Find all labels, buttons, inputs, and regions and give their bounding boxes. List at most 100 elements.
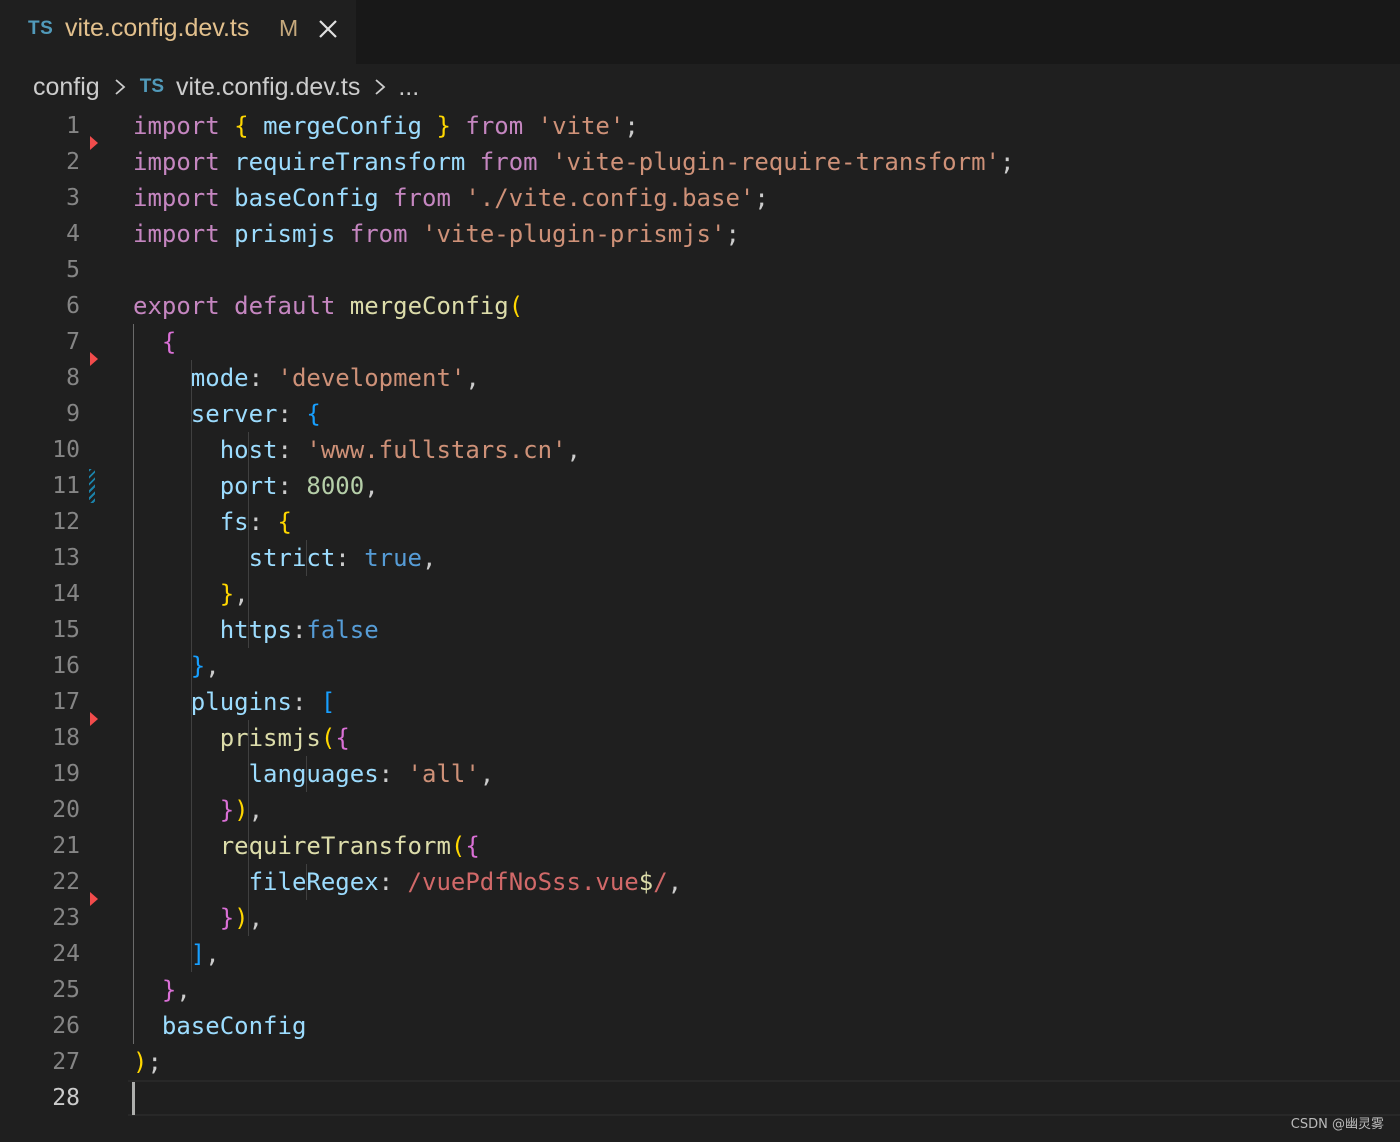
line-number[interactable]: 6 xyxy=(20,288,80,324)
code-token: requireTransform xyxy=(234,148,466,176)
code-line[interactable]: 26 baseConfig xyxy=(0,1008,1400,1044)
breadcrumb-folder[interactable]: config xyxy=(33,73,100,102)
code-text: fileRegex: /vuePdfNoSss.vue$/, xyxy=(133,864,683,900)
code-token: ; xyxy=(999,148,1015,176)
code-line[interactable]: 8 mode: 'development', xyxy=(0,360,1400,396)
line-number[interactable]: 22 xyxy=(20,864,80,900)
code-line[interactable]: 5 xyxy=(0,252,1400,288)
close-icon[interactable] xyxy=(315,16,341,42)
line-number[interactable]: 5 xyxy=(20,252,80,288)
code-text: https:false xyxy=(133,612,379,648)
code-text: languages: 'all', xyxy=(133,756,495,792)
code-token: ( xyxy=(450,832,466,860)
line-number[interactable]: 12 xyxy=(20,504,80,540)
code-token: from xyxy=(349,220,408,248)
code-line[interactable]: 11 port: 8000, xyxy=(0,468,1400,504)
code-line[interactable]: 19 languages: 'all', xyxy=(0,756,1400,792)
line-number[interactable]: 21 xyxy=(20,828,80,864)
code-token: : xyxy=(277,472,307,500)
line-number[interactable]: 7 xyxy=(20,324,80,360)
code-text: port: 8000, xyxy=(133,468,379,504)
code-line[interactable]: 18 prismjs({ xyxy=(0,720,1400,756)
code-line[interactable]: 1 import { mergeConfig } from 'vite'; xyxy=(0,108,1400,144)
code-token: / xyxy=(653,868,668,896)
deleted-lines-marker[interactable] xyxy=(90,136,98,150)
line-number[interactable]: 9 xyxy=(20,396,80,432)
code-token: strict xyxy=(248,544,336,572)
code-line[interactable]: 2 import requireTransform from 'vite-plug… xyxy=(0,144,1400,180)
line-number[interactable]: 8 xyxy=(20,360,80,396)
code-line[interactable]: 21 requireTransform({ xyxy=(0,828,1400,864)
code-token: baseConfig xyxy=(234,184,379,212)
code-token: { xyxy=(306,400,321,428)
code-line[interactable]: 23 }), xyxy=(0,900,1400,936)
code-line[interactable]: 14 }, xyxy=(0,576,1400,612)
code-text: fs: { xyxy=(133,504,292,540)
breadcrumb-symbols[interactable]: ... xyxy=(398,73,419,102)
code-token: prismjs xyxy=(234,220,336,248)
line-number[interactable]: 27 xyxy=(20,1044,80,1080)
code-line[interactable]: 16 }, xyxy=(0,648,1400,684)
line-number[interactable]: 1 xyxy=(20,108,80,144)
deleted-lines-marker[interactable] xyxy=(90,892,98,906)
code-line[interactable]: 25 }, xyxy=(0,972,1400,1008)
line-number[interactable]: 2 xyxy=(20,144,80,180)
code-line[interactable]: 4 import prismjs from 'vite-plugin-prismj… xyxy=(0,216,1400,252)
code-token: , xyxy=(465,364,480,392)
code-line[interactable]: 15 https:false xyxy=(0,612,1400,648)
line-number[interactable]: 17 xyxy=(20,684,80,720)
code-line[interactable]: 27); xyxy=(0,1044,1400,1080)
code-token: { xyxy=(277,508,292,536)
deleted-lines-marker[interactable] xyxy=(90,712,98,726)
code-line[interactable]: 10 host: 'www.fullstars.cn', xyxy=(0,432,1400,468)
code-line[interactable]: 6 export default mergeConfig( xyxy=(0,288,1400,324)
line-number[interactable]: 4 xyxy=(20,216,80,252)
code-line[interactable]: 22 fileRegex: /vuePdfNoSss.vue$/, xyxy=(0,864,1400,900)
breadcrumb-file[interactable]: vite.config.dev.ts xyxy=(176,73,360,102)
code-token: : xyxy=(277,436,307,464)
line-number[interactable]: 26 xyxy=(20,1008,80,1044)
code-line[interactable]: 13 strict: true, xyxy=(0,540,1400,576)
code-token: 'vite-plugin-prismjs' xyxy=(422,220,726,248)
code-token: 'www.fullstars.cn' xyxy=(306,436,567,464)
line-number[interactable]: 3 xyxy=(20,180,80,216)
code-line[interactable]: 24 ], xyxy=(0,936,1400,972)
code-token: } xyxy=(219,904,235,932)
line-number[interactable]: 15 xyxy=(20,612,80,648)
line-number[interactable]: 19 xyxy=(20,756,80,792)
line-number[interactable]: 14 xyxy=(20,576,80,612)
line-number[interactable]: 23 xyxy=(20,900,80,936)
code-text: ); xyxy=(133,1044,162,1080)
editor-tab[interactable]: TS vite.config.dev.ts M xyxy=(0,0,356,64)
line-number[interactable]: 18 xyxy=(20,720,80,756)
deleted-lines-marker[interactable] xyxy=(90,352,98,366)
code-line[interactable]: 9 server: { xyxy=(0,396,1400,432)
modified-line-marker[interactable] xyxy=(89,469,95,503)
line-number[interactable]: 25 xyxy=(20,972,80,1008)
line-number[interactable]: 13 xyxy=(20,540,80,576)
typescript-file-icon: TS xyxy=(28,18,54,39)
code-editor[interactable]: 1 import { mergeConfig } from 'vite'; 2 imp… xyxy=(0,108,1400,1118)
code-line[interactable]: 28 xyxy=(0,1080,1400,1116)
line-number[interactable]: 16 xyxy=(20,648,80,684)
code-line[interactable]: 7 { xyxy=(0,324,1400,360)
line-number[interactable]: 28 xyxy=(20,1080,80,1116)
code-line[interactable]: 17 plugins: [ xyxy=(0,684,1400,720)
code-line[interactable]: 3 import baseConfig from './vite.config.b… xyxy=(0,180,1400,216)
code-token: ; xyxy=(624,112,639,140)
line-number[interactable]: 11 xyxy=(20,468,80,504)
code-line[interactable]: 20 }), xyxy=(0,792,1400,828)
line-number[interactable]: 20 xyxy=(20,792,80,828)
line-number[interactable]: 10 xyxy=(20,432,80,468)
line-number[interactable]: 24 xyxy=(20,936,80,972)
code-token: , xyxy=(479,760,495,788)
code-token: { xyxy=(161,328,177,356)
code-line[interactable]: 12 fs: { xyxy=(0,504,1400,540)
